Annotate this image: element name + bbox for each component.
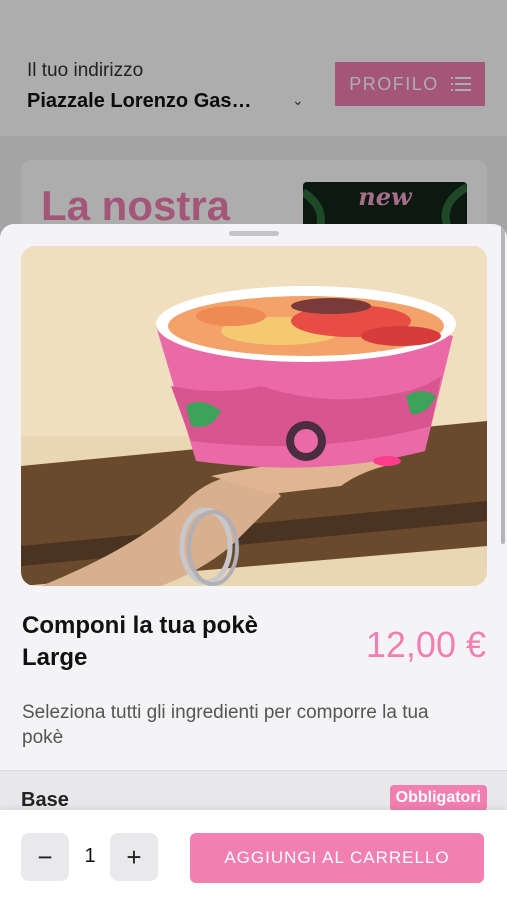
- product-name-line2: Large: [22, 644, 88, 671]
- product-name-line1: Componi la tua pokè: [22, 612, 259, 639]
- product-bottom-sheet: Componi la tua pokè Large 12,00 € Selezi…: [0, 224, 507, 900]
- decrease-quantity-button[interactable]: −: [21, 833, 69, 881]
- product-name: Componi la tua pokè Large: [22, 610, 322, 674]
- product-description: Seleziona tutti gli ingredienti per comp…: [22, 702, 429, 748]
- add-to-cart-button[interactable]: AGGIUNGI AL CARRELLO: [190, 833, 484, 883]
- quantity-value: 1: [84, 845, 96, 867]
- required-badge: Obbligatori: [389, 785, 487, 811]
- scrollbar[interactable]: [501, 224, 505, 544]
- section-title: Base: [21, 789, 69, 811]
- product-price: 12,00 €: [365, 624, 486, 665]
- product-photo: [21, 246, 487, 586]
- drag-handle[interactable]: [229, 231, 279, 236]
- increase-quantity-button[interactable]: +: [110, 833, 158, 881]
- cart-footer: − 1 + AGGIUNGI AL CARRELLO: [0, 810, 507, 900]
